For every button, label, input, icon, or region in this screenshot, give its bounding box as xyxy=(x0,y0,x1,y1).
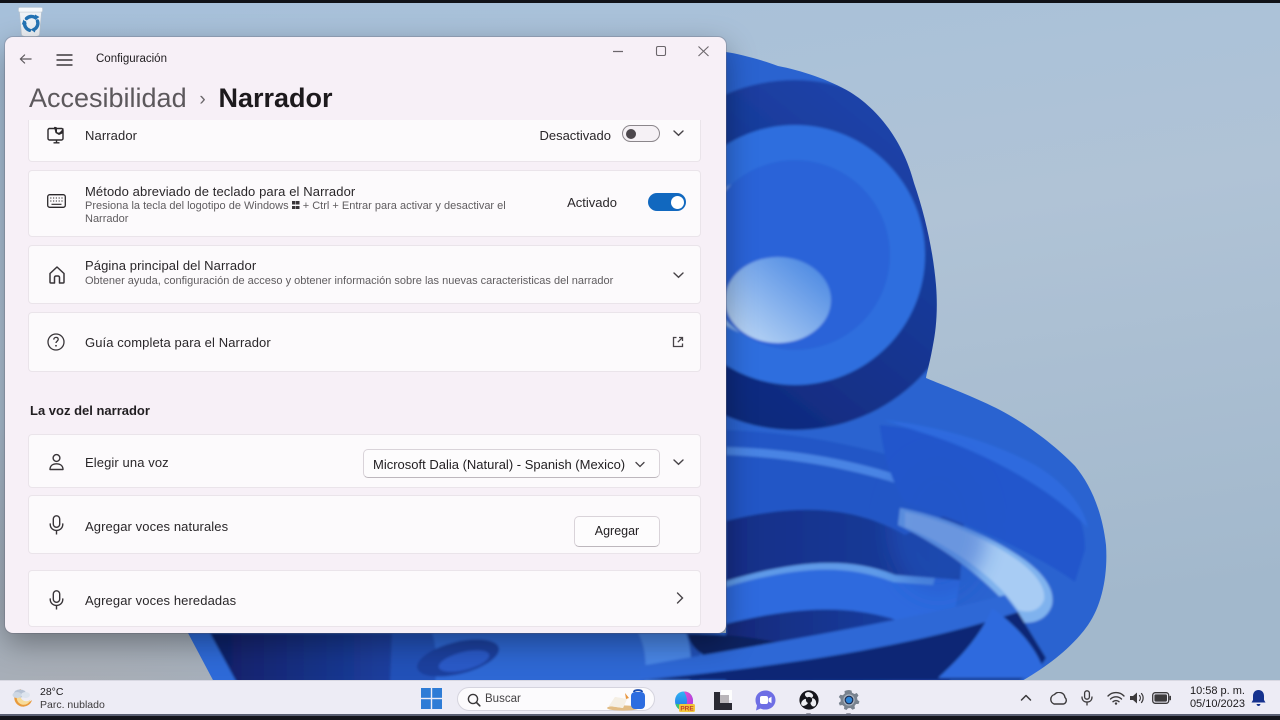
svg-text:PRE: PRE xyxy=(680,706,694,712)
